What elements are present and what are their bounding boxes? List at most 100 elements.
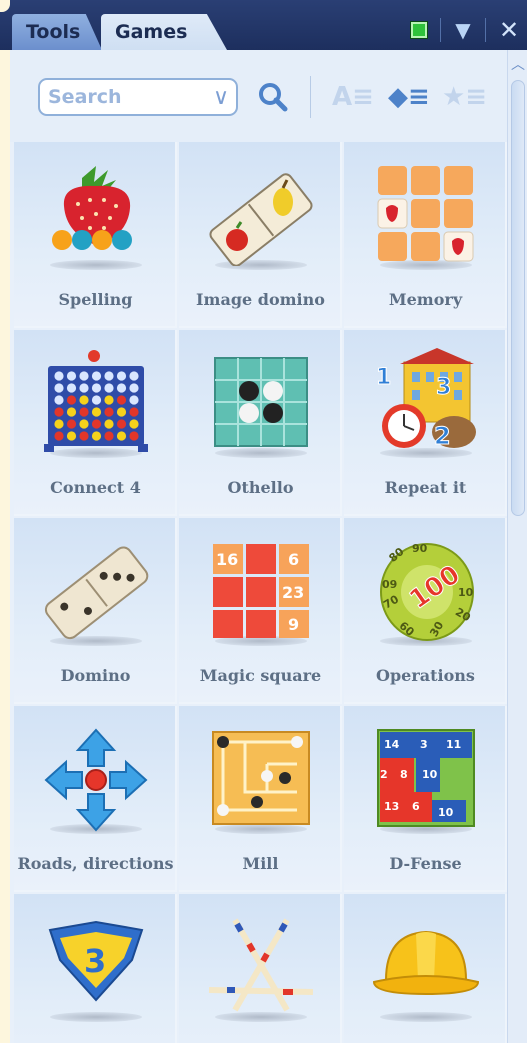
game-label: Repeat it (384, 478, 467, 497)
game-label: Othello (227, 478, 294, 497)
search-placeholder: Search (48, 86, 122, 108)
hex-board-icon: 14 3 11 2 8 10 13 6 10 (377, 729, 475, 827)
connect-four-disc (54, 407, 64, 417)
game-tile-magic-square[interactable]: 16 6 23 9 Magic square (179, 518, 342, 704)
game-label: Operations (376, 666, 475, 685)
pick-up-sticks-icon (208, 918, 314, 1012)
connect-four-disc (91, 431, 102, 441)
game-tile-domino[interactable]: Domino (14, 518, 177, 704)
connect-four-disc (129, 419, 139, 429)
close-icon[interactable]: ✕ (492, 16, 526, 44)
games-panel: Tools Games ▼ ✕ Search ∨ A≡ ◆≡ ★≡ Spelli… (0, 0, 527, 1043)
connect-four-disc (116, 383, 127, 393)
svg-text:90: 90 (412, 542, 428, 555)
repeat-number-2: 2 (434, 422, 451, 450)
strawberry-icon (52, 166, 132, 250)
svg-text:6: 6 (412, 800, 420, 813)
connect-four-disc (79, 419, 89, 429)
game-tile-hard-hat[interactable] (344, 894, 507, 1043)
connect-four-disc (91, 383, 102, 393)
connect-four-disc (129, 383, 139, 393)
content-area: Search ∨ A≡ ◆≡ ★≡ Spelling Image domino … (10, 50, 527, 1043)
connect-four-disc (129, 431, 139, 441)
connect-four-disc (129, 371, 139, 381)
game-label: Mill (242, 854, 279, 873)
games-toolbar: Search ∨ A≡ ◆≡ ★≡ (10, 50, 507, 142)
game-label: Domino (60, 666, 131, 685)
connect-four-disc (91, 407, 102, 417)
connect-four-disc (104, 371, 114, 381)
svg-text:09: 09 (382, 578, 397, 591)
connect-four-disc (54, 395, 64, 405)
connect-four-disc (66, 431, 77, 441)
game-tile-connect-4[interactable]: Connect 4 (14, 330, 177, 516)
sort-alphabetical-icon[interactable]: A≡ (332, 80, 374, 114)
svg-text:11: 11 (446, 738, 461, 751)
connect-four-disc (104, 419, 114, 429)
connect-four-disc (91, 395, 102, 405)
game-label: Magic square (199, 666, 322, 685)
magic-number: 23 (282, 583, 304, 602)
connect-four-disc (54, 371, 64, 381)
svg-text:10: 10 (438, 806, 454, 819)
search-icon[interactable] (256, 80, 290, 114)
game-tile-shield[interactable]: 3 (14, 894, 177, 1043)
vertical-scrollbar[interactable]: ︿ (507, 50, 527, 1043)
game-tile-repeat-it[interactable]: 1 3 2 Repeat it (344, 330, 507, 516)
window-corner (0, 0, 10, 12)
svg-text:3: 3 (420, 738, 428, 751)
game-tile-d-fense[interactable]: 14 3 11 2 8 10 13 6 10 D-Fense (344, 706, 507, 892)
game-tile-memory[interactable]: Memory (344, 142, 507, 328)
tab-tools[interactable]: Tools (12, 14, 102, 50)
hard-hat-icon (372, 930, 480, 996)
repeat-it-icon: 1 3 2 (376, 348, 476, 451)
connect-four-disc (116, 419, 127, 429)
game-tile-operations[interactable]: 80 90 09 10 20 30 70 60 100 Operations (344, 518, 507, 704)
game-tile-othello[interactable]: Othello (179, 330, 342, 516)
divider (440, 18, 441, 42)
magic-number: 9 (288, 615, 299, 634)
connect-four-disc (66, 383, 77, 393)
scroll-up-icon[interactable]: ︿ (508, 54, 527, 74)
toolbar-divider (310, 76, 311, 118)
search-input[interactable]: Search ∨ (38, 78, 238, 116)
game-tile-image-domino[interactable]: Image domino (179, 142, 342, 328)
game-tile-roads-directions[interactable]: Roads, directions (14, 706, 177, 892)
shield-three-icon: 3 (48, 920, 144, 1002)
connect-four-icon (44, 350, 148, 452)
connect-four-disc (79, 407, 89, 417)
scroll-thumb[interactable] (511, 80, 525, 516)
magic-number: 6 (288, 550, 299, 569)
tab-bar: Tools Games ▼ ✕ (0, 0, 527, 50)
connect-four-disc (66, 419, 77, 429)
connect-four-disc (66, 371, 77, 381)
window-mode-icon[interactable] (405, 16, 433, 44)
image-domino-icon (209, 173, 313, 266)
sort-favorites-icon[interactable]: ★≡ (442, 80, 487, 114)
sort-by-type-icon[interactable]: ◆≡ (388, 80, 430, 114)
connect-four-disc (79, 383, 89, 393)
game-tile-spelling[interactable]: Spelling (14, 142, 177, 328)
chevron-down-icon[interactable]: ∨ (206, 85, 236, 110)
connect-four-disc (116, 371, 127, 381)
directions-arrows-icon (44, 728, 148, 832)
connect-four-disc (66, 395, 77, 405)
svg-text:8: 8 (400, 768, 408, 781)
shield-number: 3 (84, 942, 106, 980)
connect-four-disc (79, 371, 89, 381)
operations-dial-icon: 80 90 09 10 20 30 70 60 100 (380, 542, 474, 641)
menu-dropdown-icon[interactable]: ▼ (448, 16, 478, 44)
othello-board-icon (214, 357, 308, 447)
connect-four-disc (54, 419, 64, 429)
connect-four-disc (116, 395, 127, 405)
game-tile-sticks[interactable] (179, 894, 342, 1043)
game-label: D-Fense (389, 854, 462, 873)
connect-four-disc (104, 395, 114, 405)
tab-games[interactable]: Games (101, 14, 227, 50)
connect-four-disc (91, 371, 102, 381)
connect-four-disc (104, 407, 114, 417)
mill-board-icon (212, 731, 310, 825)
connect-four-disc (104, 431, 114, 441)
memory-tiles-icon (377, 166, 474, 262)
game-tile-mill[interactable]: Mill (179, 706, 342, 892)
